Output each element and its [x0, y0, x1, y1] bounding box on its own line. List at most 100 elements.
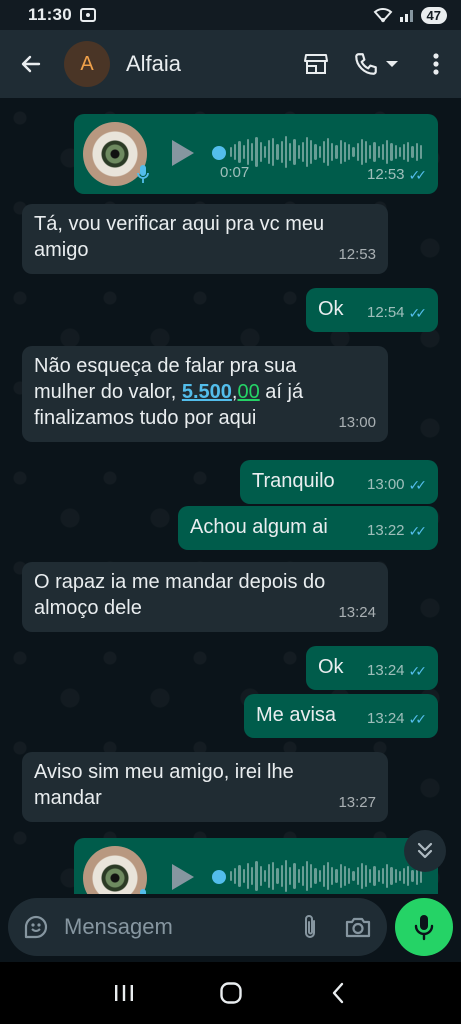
waveform-bar [301, 142, 304, 162]
read-ticks-icon: ✓✓ [408, 477, 428, 493]
waveform-bar [419, 145, 423, 159]
waveform-bar [314, 144, 317, 160]
more-vert-icon[interactable] [421, 49, 451, 79]
waveform-bar [263, 146, 266, 158]
status-time: 11:30 [28, 5, 73, 24]
waveform-bar [310, 864, 313, 888]
waveform-bar [272, 138, 275, 166]
voice-message[interactable] [74, 838, 438, 894]
message-text-line: almoço dele [34, 597, 142, 619]
amount-link[interactable]: 5.500 [182, 381, 232, 403]
amount-cents-link[interactable]: 00 [237, 381, 259, 403]
contact-name[interactable]: Alfaia [126, 51, 181, 77]
message-time: 13:00 [338, 414, 376, 431]
waveform-bar [276, 868, 279, 884]
play-icon[interactable] [172, 140, 194, 166]
message-time: 13:24 [366, 710, 405, 727]
message-text-line: Tá, vou verificar aqui pra vc meu [34, 213, 325, 235]
waveform-bar [381, 868, 385, 884]
chat-area[interactable]: 0:07 12:53 ✓✓ Tá, vou verificar aqui pra… [0, 98, 461, 894]
waveform-bar [331, 143, 334, 161]
incoming-message[interactable]: Tá, vou verificar aqui pra vc meu amigo … [22, 204, 388, 274]
read-ticks-icon: ✓✓ [408, 711, 428, 727]
outgoing-message[interactable]: Me avisa 13:24 ✓✓ [244, 694, 438, 738]
system-nav-bar [0, 962, 461, 1024]
playback-seek-handle[interactable] [212, 870, 226, 884]
home-icon[interactable] [213, 975, 249, 1011]
waveform-bar [310, 140, 313, 164]
outgoing-message[interactable]: Achou algum ai 13:22 ✓✓ [178, 506, 438, 550]
waveform-bar [415, 143, 418, 161]
message-meta: 13:24 ✓✓ [366, 706, 428, 732]
waveform-bar [255, 137, 258, 167]
avatar[interactable]: A [64, 41, 110, 87]
header-actions [301, 49, 451, 79]
waveform-bar [259, 142, 262, 162]
message-text: Achou algum ai [190, 516, 328, 538]
outgoing-message[interactable]: Ok 13:24 ✓✓ [306, 646, 438, 690]
incoming-message[interactable]: Aviso sim meu amigo, irei lhe mandar 13:… [22, 752, 388, 822]
message-text: Ok [318, 656, 344, 678]
waveform-bar [327, 862, 330, 890]
chevron-down-icon[interactable] [385, 59, 399, 69]
incoming-message[interactable]: O rapaz ia me mandar depois do almoço de… [22, 562, 388, 632]
message-meta: 13:00 ✓✓ [367, 472, 428, 498]
double-chevron-down-icon[interactable] [404, 830, 446, 872]
message-input[interactable] [64, 914, 277, 940]
read-ticks-icon: ✓✓ [408, 167, 428, 183]
waveform[interactable] [230, 858, 423, 894]
waveform-bar [390, 867, 393, 885]
message-time: 12:53 [338, 246, 376, 263]
waveform-bar [234, 144, 237, 160]
voice-duration: 0:07 [220, 164, 250, 181]
waveform-bar [293, 863, 296, 889]
waveform-bar [318, 870, 321, 882]
voice-message[interactable]: 0:07 12:53 ✓✓ [74, 114, 438, 194]
waveform-bar [322, 865, 326, 887]
shop-icon[interactable] [301, 49, 331, 79]
waveform-bar [402, 868, 406, 884]
waveform-bar [259, 866, 262, 886]
waveform-bar [293, 139, 296, 165]
waveform-bar [238, 865, 241, 887]
waveform-bar [284, 860, 288, 892]
waveform-bar [242, 869, 245, 883]
camera-icon[interactable] [343, 912, 373, 942]
waveform-bar [230, 147, 233, 157]
message-text: Ok [318, 298, 344, 320]
recents-icon[interactable] [106, 975, 142, 1011]
waveform-bar [230, 871, 233, 881]
message-input-box[interactable] [8, 898, 387, 956]
playback-seek-handle[interactable] [212, 146, 226, 160]
message-text-line: Aviso sim meu amigo, irei lhe [34, 761, 294, 783]
waveform-bar [390, 143, 393, 161]
waveform-bar [373, 142, 376, 162]
waveform-bar [377, 146, 380, 158]
waveform-bar [365, 865, 368, 887]
back-nav-icon[interactable] [320, 975, 356, 1011]
phone-icon[interactable] [349, 49, 403, 79]
waveform-bar [398, 871, 401, 881]
message-meta: 13:27 [338, 790, 376, 816]
waveform-bar [339, 140, 342, 164]
message-time: 13:22 [366, 522, 405, 539]
waveform-bar [343, 142, 347, 162]
waveform-bar [356, 867, 359, 885]
play-icon[interactable] [172, 864, 194, 890]
mic-icon[interactable] [395, 898, 453, 956]
waveform-bar [411, 146, 414, 158]
message-meta: 13:22 ✓✓ [366, 518, 427, 544]
message-meta: 13:24 ✓✓ [367, 658, 427, 684]
read-ticks-icon: ✓✓ [408, 305, 428, 321]
outgoing-message[interactable]: Ok 12:54 ✓✓ [306, 288, 438, 332]
attach-icon[interactable] [295, 912, 325, 942]
waveform-bar [352, 147, 355, 157]
outgoing-message[interactable]: Tranquilo 13:00 ✓✓ [240, 460, 438, 504]
incoming-message[interactable]: Não esqueça de falar pra sua mulher do v… [22, 346, 388, 442]
waveform-bar [381, 144, 385, 160]
waveform-bar [360, 863, 363, 889]
back-arrow-icon[interactable] [16, 49, 46, 79]
battery-indicator: 47 [420, 6, 447, 24]
waveform-bar [255, 861, 258, 891]
sticker-icon[interactable] [22, 913, 50, 941]
